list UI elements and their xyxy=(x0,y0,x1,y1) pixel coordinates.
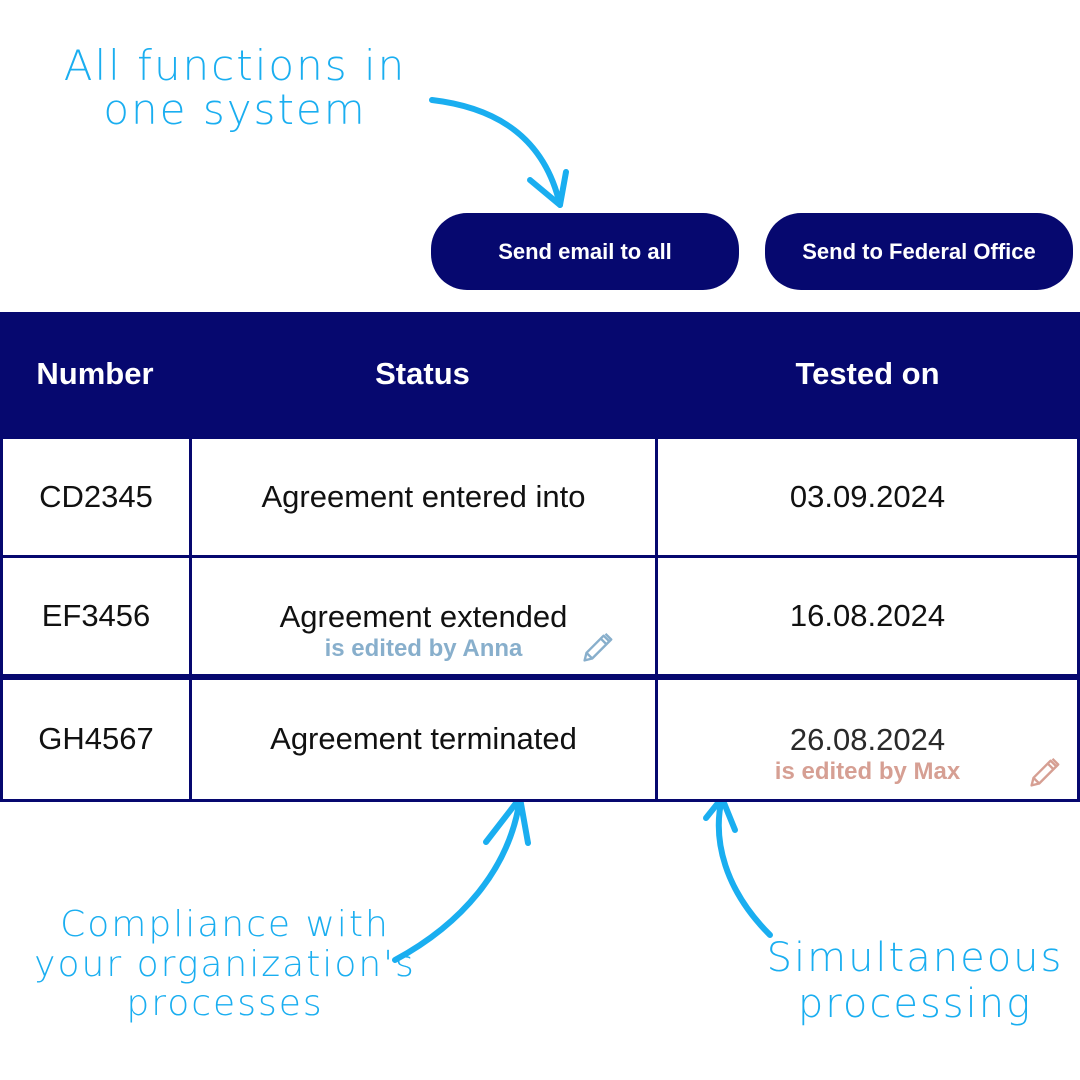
table-header: Number Status Tested on xyxy=(0,312,1080,436)
column-header-status[interactable]: Status xyxy=(190,312,655,436)
table-body: CD2345 Agreement entered into 03.09.2024… xyxy=(0,436,1080,803)
number-value: CD2345 xyxy=(39,478,153,514)
cell-tested-on[interactable]: 03.09.2024 xyxy=(655,436,1080,558)
pencil-icon[interactable] xyxy=(577,630,615,668)
send-email-to-all-button[interactable]: Send email to all xyxy=(431,213,739,290)
table-row[interactable]: CD2345 Agreement entered into 03.09.2024 xyxy=(0,436,1080,558)
status-value: Agreement extended xyxy=(279,598,568,634)
status-value: Agreement entered into xyxy=(261,478,586,514)
send-to-federal-office-button[interactable]: Send to Federal Office xyxy=(765,213,1073,290)
table-row[interactable]: EF3456 Agreement extended is edited by A… xyxy=(0,555,1080,677)
cell-tested-on[interactable]: 26.08.2024 is edited by Max xyxy=(655,677,1080,802)
cell-status[interactable]: Agreement terminated xyxy=(189,677,658,802)
cell-number[interactable]: CD2345 xyxy=(0,436,192,558)
number-value: EF3456 xyxy=(41,597,151,633)
editor-indicator-anna: is edited by Anna xyxy=(324,634,523,662)
table-row[interactable]: GH4567 Agreement terminated 26.08.2024 i… xyxy=(0,677,1080,802)
editor-indicator-max: is edited by Max xyxy=(774,758,961,786)
cell-tested-on[interactable]: 16.08.2024 xyxy=(655,555,1080,677)
pencil-icon[interactable] xyxy=(1024,755,1062,793)
date-value: 16.08.2024 xyxy=(789,597,946,633)
column-header-tested-on[interactable]: Tested on xyxy=(655,312,1080,436)
cell-number[interactable]: GH4567 xyxy=(0,677,192,802)
number-value: GH4567 xyxy=(38,721,154,757)
date-value: 26.08.2024 xyxy=(789,722,946,758)
cell-status[interactable]: Agreement extended is edited by Anna xyxy=(189,555,658,677)
status-value: Agreement terminated xyxy=(270,721,577,757)
cell-number[interactable]: EF3456 xyxy=(0,555,192,677)
column-header-number[interactable]: Number xyxy=(0,312,190,436)
cell-status[interactable]: Agreement entered into xyxy=(189,436,658,558)
date-value: 03.09.2024 xyxy=(789,478,946,514)
